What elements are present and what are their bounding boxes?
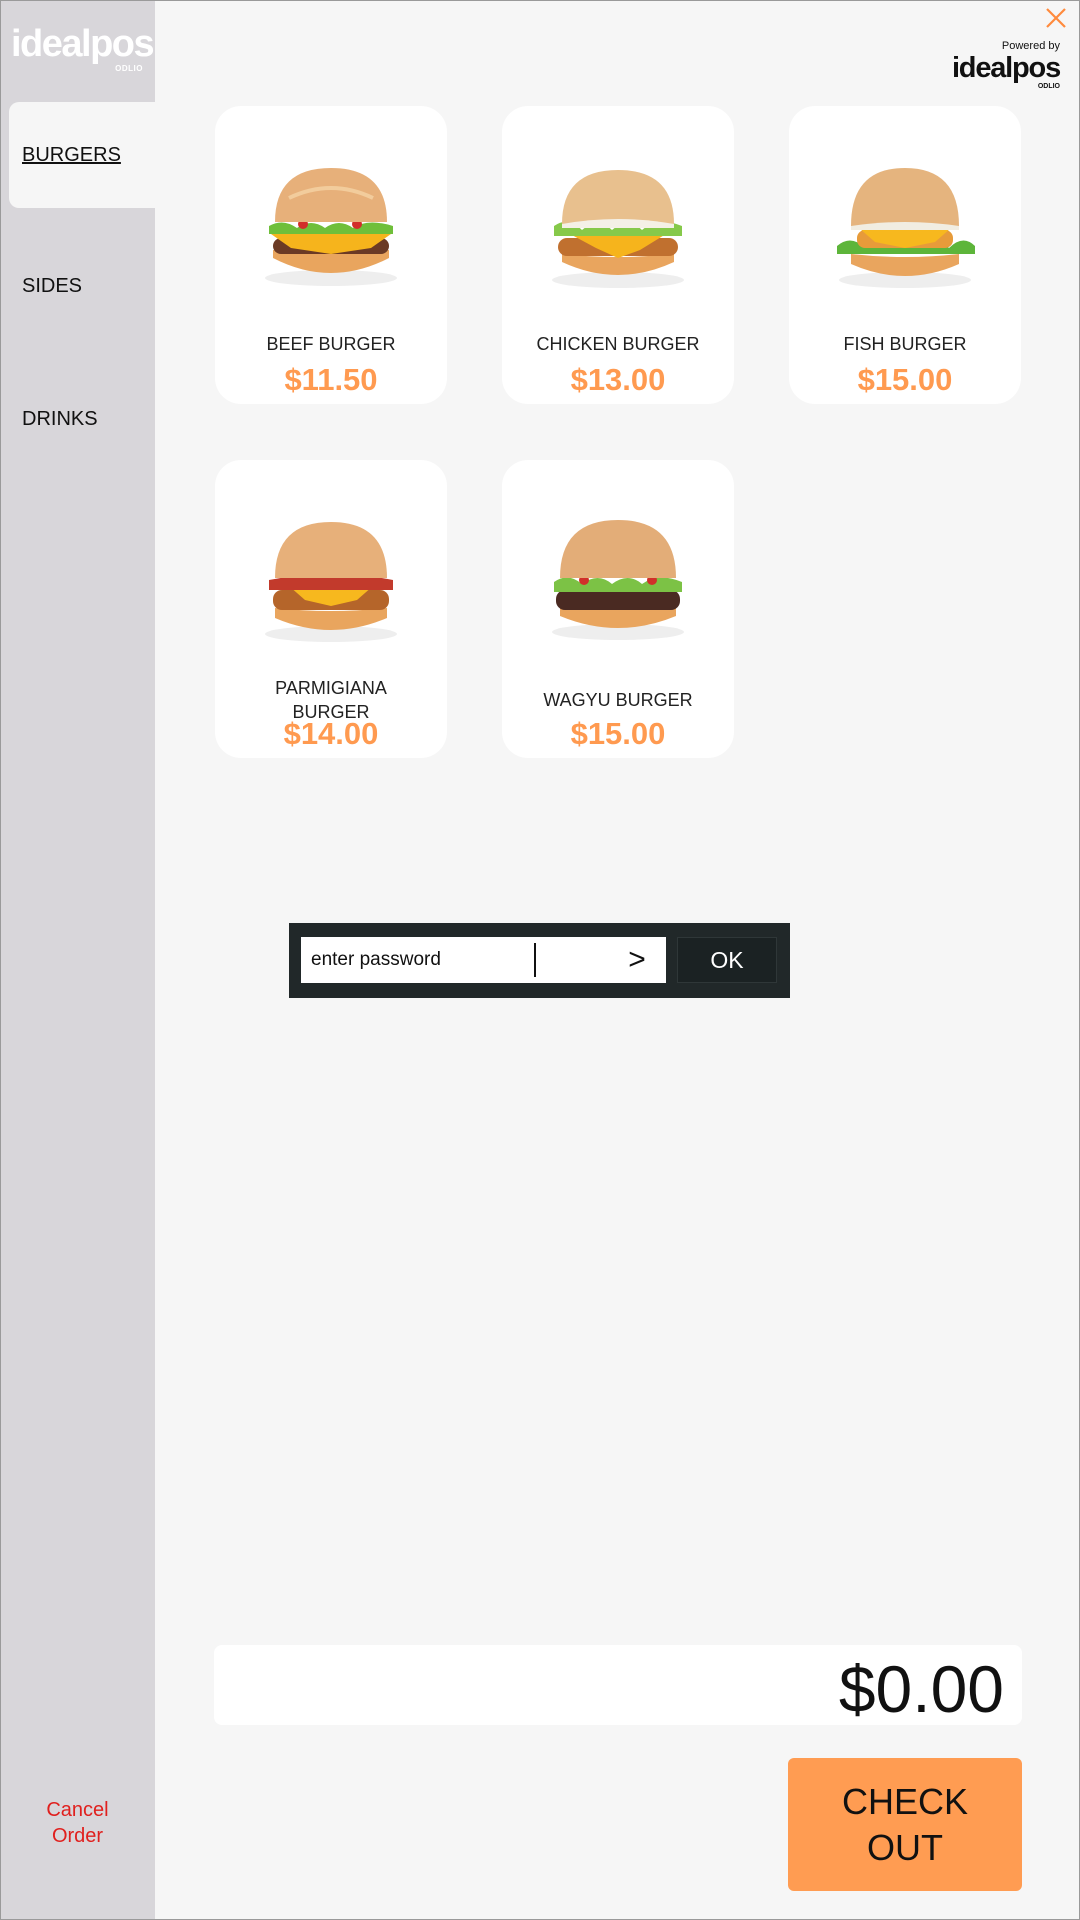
checkout-button[interactable]: CHECK OUT [788,1758,1022,1891]
password-dialog: > OK [289,923,790,998]
category-label: SIDES [22,274,83,297]
product-card-wagyu-burger[interactable]: WAGYU BURGER $15.00 [502,460,734,758]
cancel-order-label: Cancel Order [46,1799,109,1847]
ok-button[interactable]: OK [677,937,777,983]
wagyu-burger-image [552,520,684,640]
close-button[interactable] [1042,4,1070,32]
product-name: BEEF BURGER [266,334,396,354]
close-icon [1046,8,1066,28]
submit-arrow-button[interactable]: > [609,937,665,983]
product-card-parmigiana-burger[interactable]: PARMIGIANA BURGER $14.00 [215,460,447,758]
product-card-chicken-burger[interactable]: CHICKEN BURGER $13.00 [502,106,734,404]
powered-by-name: idealpos [951,52,1061,84]
product-name: CHICKEN BURGER [536,334,700,354]
parmigiana-burger-image [265,522,397,642]
powered-by-sub: ODLIO [1037,83,1060,90]
category-label: DRINKS [22,407,98,430]
product-price: $13.00 [570,362,666,397]
beef-burger-image [265,168,397,286]
product-name: WAGYU BURGER [543,690,693,710]
order-total-box: $0.00 [214,1645,1022,1725]
brand-name: idealpos [11,23,155,65]
product-price: $11.50 [284,362,378,397]
idealpos-logo: idealpos ODLIO [11,23,155,78]
brand-sub: ODLIO [115,64,143,73]
text-cursor [534,943,536,977]
category-sides[interactable]: SIDES [9,233,155,339]
category-label: BURGERS [22,143,121,166]
fish-burger-image [837,168,975,288]
product-card-beef-burger[interactable]: BEEF BURGER $11.50 [215,106,447,404]
category-sidebar: idealpos ODLIO BURGERS SIDES DRINKS Canc… [0,0,155,1920]
cancel-order-button[interactable]: Cancel Order [0,1797,155,1849]
product-name: FISH BURGER [843,334,967,354]
chicken-burger-image [552,170,684,288]
category-drinks[interactable]: DRINKS [9,366,155,472]
product-price: $15.00 [857,362,953,397]
powered-by-logo: Powered by idealpos ODLIO [940,40,1061,91]
product-price: $14.00 [283,716,379,751]
product-card-fish-burger[interactable]: FISH BURGER $15.00 [789,106,1021,404]
category-burgers[interactable]: BURGERS [9,102,155,208]
order-total-value: $0.00 [838,1652,1004,1726]
product-price: $15.00 [570,716,666,751]
